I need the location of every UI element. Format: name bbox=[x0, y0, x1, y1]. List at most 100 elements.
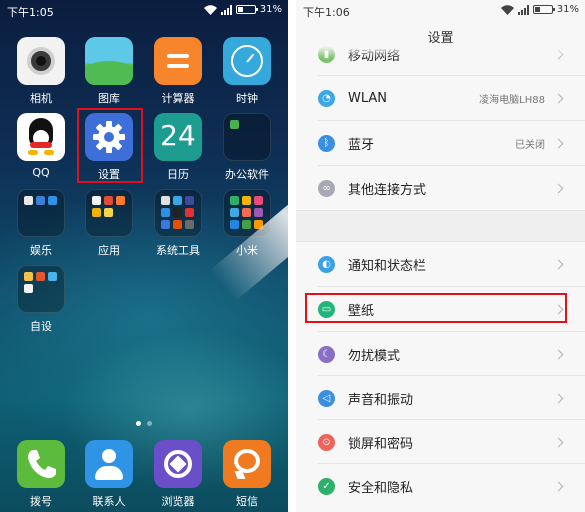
chevron-right-icon bbox=[553, 183, 564, 193]
folder-system-tools[interactable]: 系统工具 bbox=[148, 189, 208, 258]
wallpaper-highlight-box bbox=[305, 293, 567, 323]
folder-apps[interactable]: 应用 bbox=[79, 189, 139, 258]
app-camera[interactable]: 相机 bbox=[11, 37, 71, 106]
row-label: 蓝牙 bbox=[348, 137, 375, 153]
app-label: 办公软件 bbox=[225, 168, 269, 181]
status-time: 下午1:06 bbox=[303, 6, 350, 19]
wifi-icon bbox=[203, 4, 217, 15]
battery-percent: 31% bbox=[259, 4, 282, 15]
chevron-right-icon bbox=[553, 393, 564, 403]
chevron-right-icon bbox=[553, 437, 564, 447]
section-gap bbox=[296, 210, 585, 242]
folder-icon bbox=[154, 189, 202, 237]
gallery-icon bbox=[85, 37, 133, 85]
row-value: 凌海电脑LH88 bbox=[479, 94, 545, 106]
settings-row-security[interactable]: ✓ 安全和隐私 bbox=[296, 464, 585, 508]
app-label: 联系人 bbox=[92, 495, 126, 508]
chevron-right-icon bbox=[553, 481, 564, 491]
app-contacts[interactable]: 联系人 bbox=[79, 440, 139, 509]
app-gallery[interactable]: 图库 bbox=[79, 37, 139, 106]
title-fade bbox=[296, 46, 585, 58]
folder-icon bbox=[17, 265, 65, 313]
app-phone[interactable]: 拨号 bbox=[11, 440, 71, 509]
folder-icon bbox=[223, 189, 271, 237]
signal-icon bbox=[517, 4, 529, 15]
page-dot bbox=[147, 421, 152, 426]
contacts-icon bbox=[85, 440, 133, 488]
folder-custom[interactable]: 自设 bbox=[11, 265, 71, 334]
app-label: 应用 bbox=[98, 244, 120, 257]
moon-icon: ☾ bbox=[318, 345, 335, 363]
app-label: 计算器 bbox=[161, 92, 195, 105]
chevron-right-icon bbox=[553, 259, 564, 269]
folder-icon bbox=[223, 113, 271, 161]
battery-percent: 31% bbox=[556, 4, 579, 15]
settings-row-do-not-disturb[interactable]: ☾ 勿扰模式 bbox=[296, 332, 585, 376]
calculator-icon bbox=[154, 37, 202, 85]
folder-icon bbox=[17, 189, 65, 237]
row-value: 已关闭 bbox=[515, 139, 545, 151]
status-time: 下午1:05 bbox=[7, 6, 54, 19]
app-label: 浏览器 bbox=[161, 495, 195, 508]
folder-office[interactable]: 办公软件 bbox=[217, 113, 277, 182]
status-bar: 下午1:05 31% bbox=[0, 0, 288, 20]
settings-row-bluetooth[interactable]: ᛒ 蓝牙 已关闭 bbox=[296, 121, 585, 165]
status-icons: 31% bbox=[500, 4, 579, 15]
speaker-icon: ◁ bbox=[318, 389, 335, 407]
clock-icon bbox=[223, 37, 271, 85]
app-label: 相机 bbox=[30, 92, 52, 105]
chevron-right-icon bbox=[553, 349, 564, 359]
app-browser[interactable]: 浏览器 bbox=[148, 440, 208, 509]
app-calendar[interactable]: 24 日历 bbox=[148, 113, 208, 182]
app-label: 图库 bbox=[98, 92, 120, 105]
lock-icon: ⊙ bbox=[318, 433, 335, 451]
app-label: 日历 bbox=[167, 168, 189, 181]
link-icon: ∞ bbox=[318, 179, 335, 197]
toggle-icon: ◐ bbox=[318, 255, 335, 273]
wifi-icon: ◔ bbox=[318, 89, 335, 107]
row-label: 通知和状态栏 bbox=[348, 258, 427, 274]
settings-row-other-connections[interactable]: ∞ 其他连接方式 bbox=[296, 166, 585, 210]
app-label: 娱乐 bbox=[30, 244, 52, 257]
settings-row-notifications[interactable]: ◐ 通知和状态栏 bbox=[296, 242, 585, 286]
phone-icon bbox=[17, 440, 65, 488]
battery-icon bbox=[532, 5, 555, 14]
app-label: 系统工具 bbox=[156, 244, 200, 257]
qq-penguin-icon bbox=[17, 113, 65, 161]
battery-icon bbox=[235, 5, 258, 14]
settings-row-sound[interactable]: ◁ 声音和振动 bbox=[296, 376, 585, 420]
app-label: 自设 bbox=[30, 320, 52, 333]
app-clock[interactable]: 时钟 bbox=[217, 37, 277, 106]
wifi-icon bbox=[500, 4, 514, 15]
calendar-icon: 24 bbox=[154, 113, 202, 161]
app-label: QQ bbox=[32, 166, 50, 179]
app-label: 时钟 bbox=[236, 92, 258, 105]
row-label: 安全和隐私 bbox=[348, 480, 414, 496]
app-label: 短信 bbox=[236, 495, 258, 508]
folder-entertainment[interactable]: 娱乐 bbox=[11, 189, 71, 258]
bluetooth-icon: ᛒ bbox=[318, 134, 335, 152]
page-dot-active bbox=[136, 421, 141, 426]
settings-highlight-box bbox=[77, 108, 143, 183]
shield-icon: ✓ bbox=[318, 477, 335, 495]
status-bar: 下午1:06 31% bbox=[296, 0, 585, 20]
folder-icon bbox=[85, 189, 133, 237]
app-label: 拨号 bbox=[30, 495, 52, 508]
folder-xiaomi[interactable]: 小米 bbox=[217, 189, 277, 258]
app-qq[interactable]: QQ bbox=[11, 113, 71, 179]
settings-row-wlan[interactable]: ◔ WLAN 凌海电脑LH88 bbox=[296, 76, 585, 120]
app-calculator[interactable]: 计算器 bbox=[148, 37, 208, 106]
calendar-date: 24 bbox=[160, 119, 196, 152]
row-label: 勿扰模式 bbox=[348, 348, 401, 364]
settings-screen: 下午1:06 31% 设置 ▮ 移动网络 ◔ WLAN 凌海电脑LH88 ᛒ bbox=[296, 0, 585, 512]
comparison-screenshot: 下午1:05 31% 相机 图库 计算器 时钟 QQ 设置 24 日历 办公软件… bbox=[0, 0, 585, 512]
browser-icon bbox=[154, 440, 202, 488]
row-label: WLAN bbox=[348, 90, 388, 106]
status-icons: 31% bbox=[203, 4, 282, 15]
row-label: 锁屏和密码 bbox=[348, 436, 414, 452]
message-icon bbox=[223, 440, 271, 488]
row-label: 声音和振动 bbox=[348, 392, 414, 408]
row-label: 其他连接方式 bbox=[348, 182, 427, 198]
app-messages[interactable]: 短信 bbox=[217, 440, 277, 509]
settings-row-lock-screen[interactable]: ⊙ 锁屏和密码 bbox=[296, 420, 585, 464]
